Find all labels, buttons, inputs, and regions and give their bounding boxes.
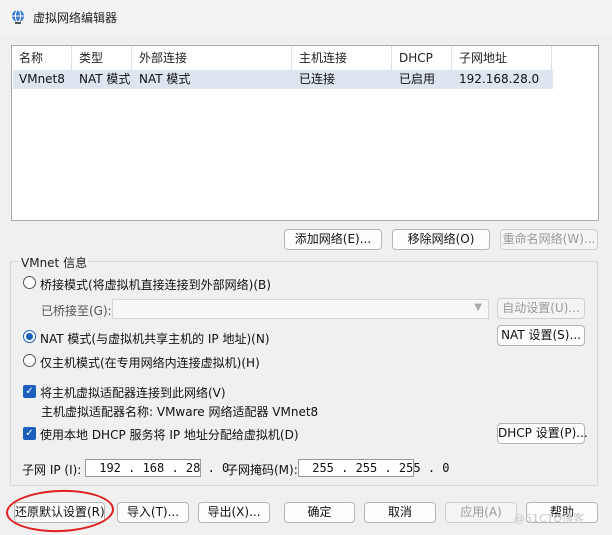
bridged-to-select[interactable]: ▼ bbox=[112, 299, 489, 319]
chevron-down-icon: ▼ bbox=[474, 302, 482, 313]
bridged-to-label: 已桥接至(G): bbox=[41, 304, 112, 318]
export-button[interactable]: 导出(X)... bbox=[198, 502, 270, 523]
column-header-type[interactable]: 类型 bbox=[72, 46, 132, 70]
nat-mode-label[interactable]: NAT 模式(与虚拟机共享主机的 IP 地址)(N) bbox=[40, 330, 270, 347]
dhcp-label[interactable]: 使用本地 DHCP 服务将 IP 地址分配给虚拟机(D) bbox=[40, 426, 299, 443]
cell-subnet: 192.168.28.0 bbox=[459, 72, 540, 86]
network-list[interactable]: 名称 类型 外部连接 主机连接 DHCP 子网地址 VMnet8 NAT 模式 … bbox=[11, 45, 599, 221]
cancel-button[interactable]: 取消 bbox=[364, 502, 436, 523]
column-header-name[interactable]: 名称 bbox=[12, 46, 72, 70]
nat-mode-radio[interactable] bbox=[23, 330, 36, 343]
rename-network-button[interactable]: 重命名网络(W)... bbox=[500, 229, 598, 250]
cell-dhcp: 已启用 bbox=[399, 72, 436, 86]
ok-button[interactable]: 确定 bbox=[284, 502, 355, 523]
subnet-ip-label: 子网 IP (I): bbox=[22, 463, 82, 477]
connect-adapter-label[interactable]: 将主机虚拟适配器连接到此网络(V) bbox=[40, 384, 226, 401]
cell-name: VMnet8 bbox=[19, 72, 65, 86]
cell-type: NAT 模式 bbox=[79, 72, 131, 86]
connect-adapter-checkbox[interactable]: ✓ bbox=[23, 385, 36, 398]
nat-settings-button[interactable]: NAT 设置(S)... bbox=[497, 325, 585, 346]
column-header-subnet[interactable]: 子网地址 bbox=[452, 46, 552, 70]
title-bar: 虚拟网络编辑器 bbox=[0, 0, 612, 34]
host-only-label[interactable]: 仅主机模式(在专用网络内连接虚拟机)(H) bbox=[40, 354, 260, 371]
bridged-mode-radio[interactable] bbox=[23, 276, 36, 289]
add-network-button[interactable]: 添加网络(E)... bbox=[284, 229, 382, 250]
bridged-mode-label[interactable]: 桥接模式(将虚拟机直接连接到外部网络)(B) bbox=[40, 276, 271, 293]
subnet-mask-label: 子网掩码(M): bbox=[226, 463, 298, 477]
watermark: @51CTO博客 bbox=[514, 512, 585, 525]
adapter-name-text: 主机虚拟适配器名称: VMware 网络适配器 VMnet8 bbox=[41, 405, 319, 419]
column-header-dhcp[interactable]: DHCP bbox=[392, 46, 452, 70]
auto-settings-button[interactable]: 自动设置(U)... bbox=[497, 298, 585, 319]
network-globe-icon bbox=[12, 9, 24, 24]
dhcp-settings-button[interactable]: DHCP 设置(P)... bbox=[497, 423, 588, 444]
red-annotation-circle bbox=[5, 488, 115, 534]
subnet-mask-input[interactable]: 255 . 255 . 255 . 0 bbox=[298, 459, 450, 477]
subnet-ip-input[interactable]: 192 . 168 . 28 . 0 bbox=[85, 459, 229, 477]
host-only-radio[interactable] bbox=[23, 354, 36, 367]
apply-button[interactable]: 应用(A) bbox=[445, 502, 517, 523]
column-header-host[interactable]: 主机连接 bbox=[292, 46, 392, 70]
remove-network-button[interactable]: 移除网络(O) bbox=[392, 229, 490, 250]
vmnet-info-label: VMnet 信息 bbox=[19, 254, 90, 271]
column-header-external[interactable]: 外部连接 bbox=[132, 46, 292, 70]
cell-external: NAT 模式 bbox=[139, 72, 191, 86]
vmnet-info-group bbox=[10, 261, 598, 486]
import-button[interactable]: 导入(T)... bbox=[117, 502, 189, 523]
cell-host: 已连接 bbox=[299, 72, 336, 86]
dhcp-checkbox[interactable]: ✓ bbox=[23, 427, 36, 440]
window-title: 虚拟网络编辑器 bbox=[33, 11, 118, 25]
